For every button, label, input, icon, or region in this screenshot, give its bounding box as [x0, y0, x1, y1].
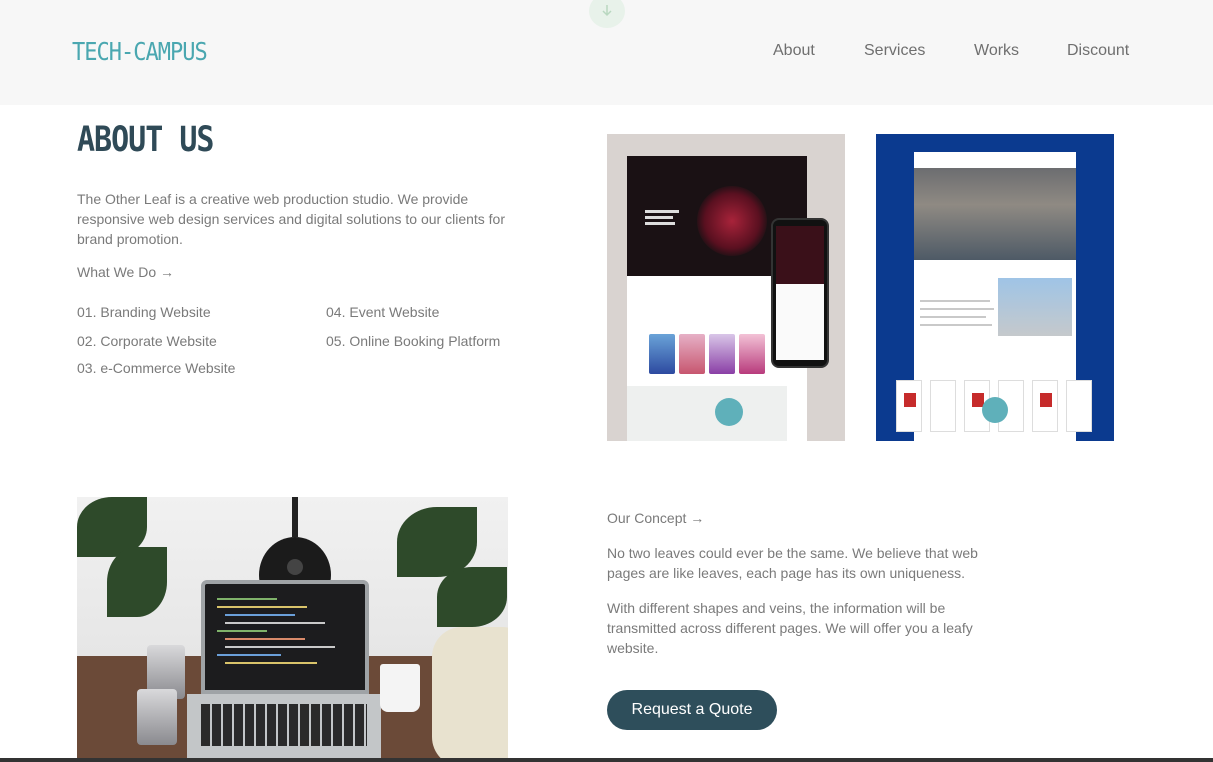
- mockup-text-line: [645, 222, 675, 225]
- service-item: 04. Event Website: [326, 304, 440, 320]
- mockup-band: [627, 386, 787, 441]
- mockup-text-line: [920, 316, 986, 318]
- product-image: [679, 334, 705, 374]
- plant-leaf: [107, 547, 167, 617]
- phone-screen: [776, 226, 824, 284]
- product-image: [649, 334, 675, 374]
- product-card: [1066, 380, 1092, 432]
- nav-item-works[interactable]: Works: [974, 42, 1019, 60]
- factory-photo: [914, 168, 1076, 260]
- nav-item-discount[interactable]: Discount: [1067, 42, 1129, 60]
- nav-item-about[interactable]: About: [773, 42, 815, 60]
- our-concept-link[interactable]: Our Concept →: [607, 510, 704, 526]
- mockup-text-line: [920, 324, 992, 326]
- about-description: The Other Leaf is a creative web product…: [77, 191, 506, 247]
- product-card: [896, 380, 922, 432]
- workspace-photo: [77, 497, 508, 762]
- request-quote-button[interactable]: Request a Quote: [607, 690, 777, 730]
- building-photo: [998, 278, 1072, 336]
- portfolio-image-cosmetics[interactable]: [607, 134, 845, 441]
- mockup-text-line: [645, 210, 679, 213]
- about-title: ABOUT US: [77, 120, 214, 161]
- product-image: [739, 334, 765, 374]
- service-item: 05. Online Booking Platform: [326, 333, 501, 349]
- flower-graphic: [697, 186, 767, 256]
- laptop-keyboard: [187, 694, 381, 762]
- concept-paragraph: With different shapes and veins, the inf…: [607, 600, 973, 656]
- service-item: 02. Corporate Website: [77, 333, 217, 349]
- portfolio-image-industrial[interactable]: [876, 134, 1114, 441]
- phone-mockup: [771, 218, 829, 368]
- product-card: [930, 380, 956, 432]
- product-image: [709, 334, 735, 374]
- service-item: 03. e-Commerce Website: [77, 360, 236, 376]
- what-we-do-link[interactable]: What We Do →: [77, 264, 174, 280]
- nav-item-services[interactable]: Services: [864, 42, 925, 60]
- bottom-bar: [0, 758, 1213, 762]
- glass-candle: [137, 689, 177, 745]
- product-card: [1032, 380, 1058, 432]
- leaf-badge-icon: [982, 397, 1008, 423]
- phone-screen-content: [776, 284, 824, 360]
- service-item: 01. Branding Website: [77, 304, 211, 320]
- concept-paragraph: No two leaves could ever be the same. We…: [607, 545, 978, 581]
- laptop-screen: [201, 580, 369, 694]
- plant-leaf: [437, 567, 507, 627]
- mockup-text-line: [920, 308, 994, 310]
- coffee-mug: [380, 664, 420, 712]
- plant-pot: [432, 627, 508, 762]
- mockup-text-line: [920, 300, 990, 302]
- main-nav: About Services Works Discount: [0, 42, 1213, 62]
- site-header: TECH-CAMPUS About Services Works Discoun…: [0, 0, 1213, 105]
- arrow-down-icon[interactable]: [589, 0, 625, 28]
- mockup-text-line: [645, 216, 673, 219]
- leaf-badge-icon: [715, 398, 743, 426]
